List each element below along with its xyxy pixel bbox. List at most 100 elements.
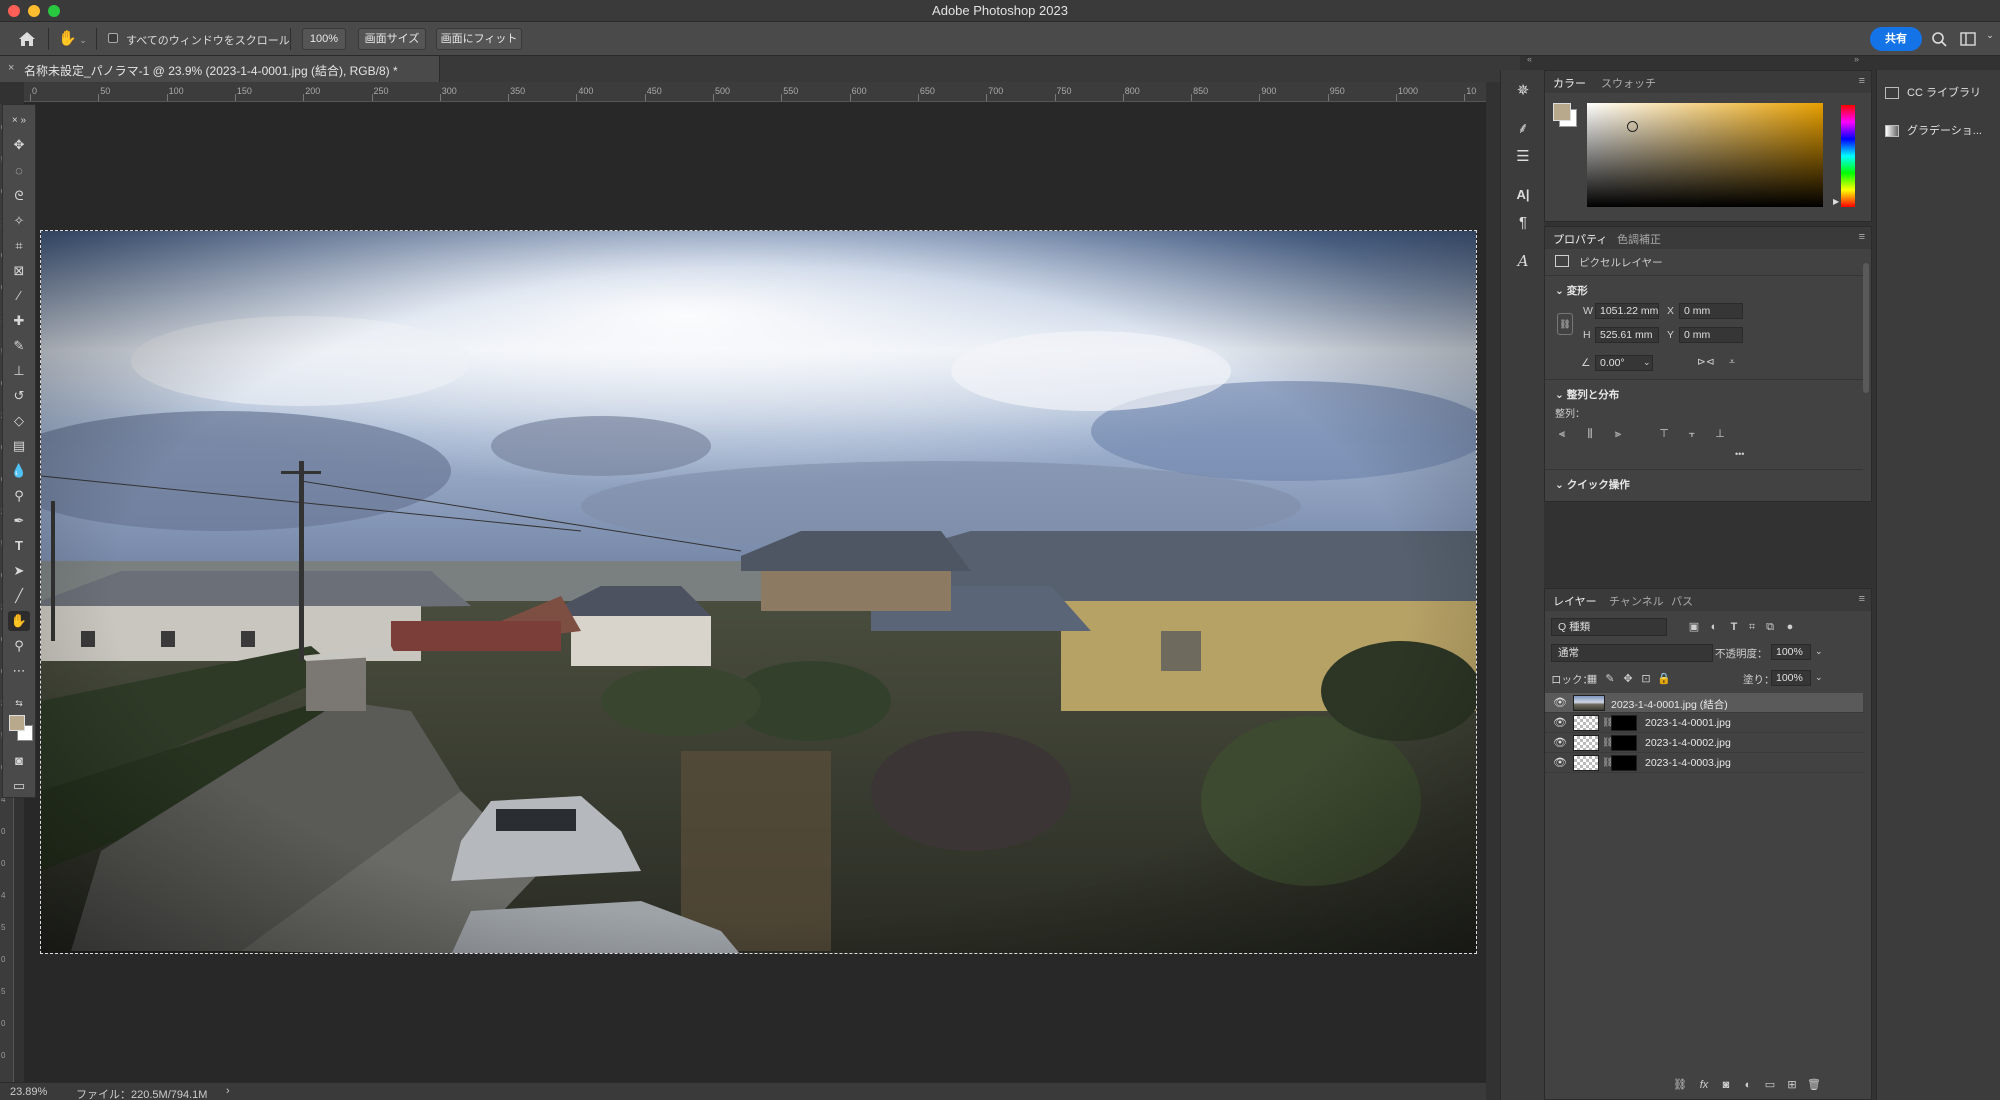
tab-color[interactable]: カラー xyxy=(1553,75,1586,91)
tab-layers[interactable]: レイヤー xyxy=(1553,593,1597,609)
paragraph-icon[interactable]: ¶ xyxy=(1512,212,1534,234)
panorama-image[interactable] xyxy=(40,230,1477,954)
chevron-down-icon[interactable]: ⌄ xyxy=(1980,30,2000,48)
flip-horizontal-icon[interactable]: ⊳⊲ xyxy=(1697,356,1715,368)
zoom-tool-icon[interactable]: ⚲ xyxy=(8,636,30,656)
tab-paths[interactable]: パス xyxy=(1671,593,1693,609)
layer-filter-select[interactable]: Q 種類 xyxy=(1551,618,1667,636)
width-field[interactable]: 1051.22 mm xyxy=(1595,303,1659,319)
line-tool-icon[interactable]: ╱ xyxy=(8,586,30,606)
align-vertical-center-icon[interactable]: ⫟ xyxy=(1685,427,1699,441)
glyphs-icon[interactable]: A xyxy=(1512,250,1534,272)
align-left-icon[interactable]: ⫷ xyxy=(1555,427,1569,441)
toolbar-collapse-icon[interactable]: × » xyxy=(8,111,30,131)
quick-actions-section-title[interactable]: ⌄ クイック操作 xyxy=(1555,477,1630,492)
path-selection-tool-icon[interactable]: ➤ xyxy=(8,561,30,581)
share-button[interactable]: 共有 xyxy=(1870,27,1922,51)
fit-screen-size-button[interactable]: 画面サイズ xyxy=(358,28,426,50)
height-field[interactable]: 525.61 mm xyxy=(1595,327,1659,343)
tab-properties[interactable]: プロパティ xyxy=(1553,231,1607,247)
link-dimensions-icon[interactable]: ⛓ xyxy=(1557,313,1573,335)
layer-mask-thumbnail[interactable] xyxy=(1611,715,1637,731)
fx-icon[interactable]: fx xyxy=(1697,1078,1711,1092)
lock-artboard-icon[interactable]: ⊡ xyxy=(1639,672,1653,686)
x-field[interactable]: 0 mm xyxy=(1679,303,1743,319)
trash-icon[interactable]: 🗑 xyxy=(1807,1078,1821,1092)
zoom-100-button[interactable]: 100% xyxy=(302,28,346,50)
dodge-tool-icon[interactable]: ⚲ xyxy=(8,486,30,506)
scroll-all-windows-checkbox[interactable] xyxy=(108,33,118,43)
brush-tool-icon[interactable]: ✎ xyxy=(8,336,30,356)
layer-mask-thumbnail[interactable] xyxy=(1611,755,1637,771)
eye-icon[interactable]: 👁 xyxy=(1553,696,1567,710)
angle-dropdown-icon[interactable]: ⌄ xyxy=(1643,357,1651,368)
document-tab[interactable]: × 名称未設定_パノラマ-1 @ 23.9% (2023-1-4-0001.jp… xyxy=(0,56,440,82)
align-section-title[interactable]: ⌄ 整列と分布 xyxy=(1555,387,1619,402)
quick-mask-icon[interactable]: ◙ xyxy=(8,751,30,771)
color-picker-cursor[interactable] xyxy=(1627,121,1638,132)
tab-close-icon[interactable]: × xyxy=(8,62,14,74)
panel-menu-icon[interactable]: ≡ xyxy=(1859,231,1865,243)
adjustment-icon[interactable]: ◐ xyxy=(1741,1078,1755,1092)
mask-icon[interactable]: ◙ xyxy=(1719,1078,1733,1092)
new-layer-icon[interactable]: ⊞ xyxy=(1785,1078,1799,1092)
foreground-color-chip[interactable] xyxy=(1553,103,1571,121)
tab-adjustments[interactable]: 色調補正 xyxy=(1617,231,1661,247)
fill-screen-button[interactable]: 画面にフィット xyxy=(436,28,522,50)
more-options-icon[interactable]: ••• xyxy=(1735,449,1744,459)
lock-pixels-icon[interactable]: ✎ xyxy=(1603,672,1617,686)
status-expand-arrow[interactable]: › xyxy=(226,1085,230,1097)
eraser-tool-icon[interactable]: ◇ xyxy=(8,411,30,431)
eye-icon[interactable]: 👁 xyxy=(1553,716,1567,730)
filter-shape-icon[interactable]: ⌗ xyxy=(1745,620,1759,634)
healing-brush-tool-icon[interactable]: ✚ xyxy=(8,311,30,331)
canvas-area[interactable] xyxy=(24,102,1486,1082)
eye-icon[interactable]: 👁 xyxy=(1553,736,1567,750)
lock-position-icon[interactable]: ✥ xyxy=(1621,672,1635,686)
frame-tool-icon[interactable]: ⊠ xyxy=(8,261,30,281)
filter-type-icon[interactable]: T xyxy=(1727,620,1741,634)
swap-colors-icon[interactable]: ⇆ xyxy=(8,693,30,713)
filter-pixel-icon[interactable]: ▣ xyxy=(1687,620,1701,634)
tab-channels[interactable]: チャンネル xyxy=(1609,593,1664,609)
tab-swatches[interactable]: スウォッチ xyxy=(1601,75,1656,91)
type-tool-icon[interactable]: T xyxy=(8,536,30,556)
layer-mask-thumbnail[interactable] xyxy=(1611,735,1637,751)
align-right-icon[interactable]: ⫸ xyxy=(1611,427,1625,441)
screen-mode-icon[interactable]: ▭ xyxy=(8,776,30,796)
fill-field[interactable]: 100% xyxy=(1771,670,1811,686)
more-tools-icon[interactable]: ⋯ xyxy=(8,661,30,681)
fill-dropdown-icon[interactable]: ⌄ xyxy=(1815,672,1823,683)
align-bottom-icon[interactable]: ⊥ xyxy=(1713,427,1727,441)
workspace-icon[interactable] xyxy=(1958,30,1978,48)
lasso-tool-icon[interactable]: ᘓ xyxy=(8,186,30,206)
lock-transparent-icon[interactable]: ▦ xyxy=(1585,672,1599,686)
stamp-tool-icon[interactable]: ⊥ xyxy=(8,361,30,381)
foreground-color-swatch[interactable] xyxy=(9,715,25,731)
y-field[interactable]: 0 mm xyxy=(1679,327,1743,343)
marquee-tool-icon[interactable]: ◌ xyxy=(8,161,30,181)
hand-tool-icon[interactable]: ✋ xyxy=(8,611,30,631)
history-brush-tool-icon[interactable]: ↺ xyxy=(8,386,30,406)
home-icon[interactable] xyxy=(16,29,38,49)
search-icon[interactable] xyxy=(1930,30,1950,48)
sliders-icon[interactable]: ☰ xyxy=(1512,146,1534,168)
blur-tool-icon[interactable]: 💧 xyxy=(8,461,30,481)
crop-tool-icon[interactable]: ⌗ xyxy=(8,236,30,256)
brush-settings-icon[interactable]: ⸙ xyxy=(1512,118,1534,140)
hand-tool-preset-icon[interactable]: ✋ ⌄ xyxy=(58,29,88,49)
hue-pointer-icon[interactable]: ▶ xyxy=(1833,197,1839,206)
link-icon[interactable]: ⛓ xyxy=(1673,1078,1687,1092)
color-field[interactable] xyxy=(1587,103,1823,207)
panel-menu-icon[interactable]: ≡ xyxy=(1859,593,1865,605)
sun-adjust-icon[interactable]: ✵ xyxy=(1512,80,1534,102)
layer-row[interactable]: 👁 ⛓ 2023-1-4-0002.jpg xyxy=(1545,733,1863,753)
gradient-tool-icon[interactable]: ▤ xyxy=(8,436,30,456)
pen-tool-icon[interactable]: ✒ xyxy=(8,511,30,531)
move-tool-icon[interactable]: ✥ xyxy=(8,135,30,155)
transform-section-title[interactable]: ⌄ 変形 xyxy=(1555,283,1588,298)
flip-vertical-icon[interactable]: ⩡ xyxy=(1729,356,1735,369)
properties-scrollbar[interactable] xyxy=(1863,263,1869,393)
status-zoom[interactable]: 23.89% xyxy=(10,1086,47,1098)
filter-smart-object-icon[interactable]: ⧉ xyxy=(1763,620,1777,634)
